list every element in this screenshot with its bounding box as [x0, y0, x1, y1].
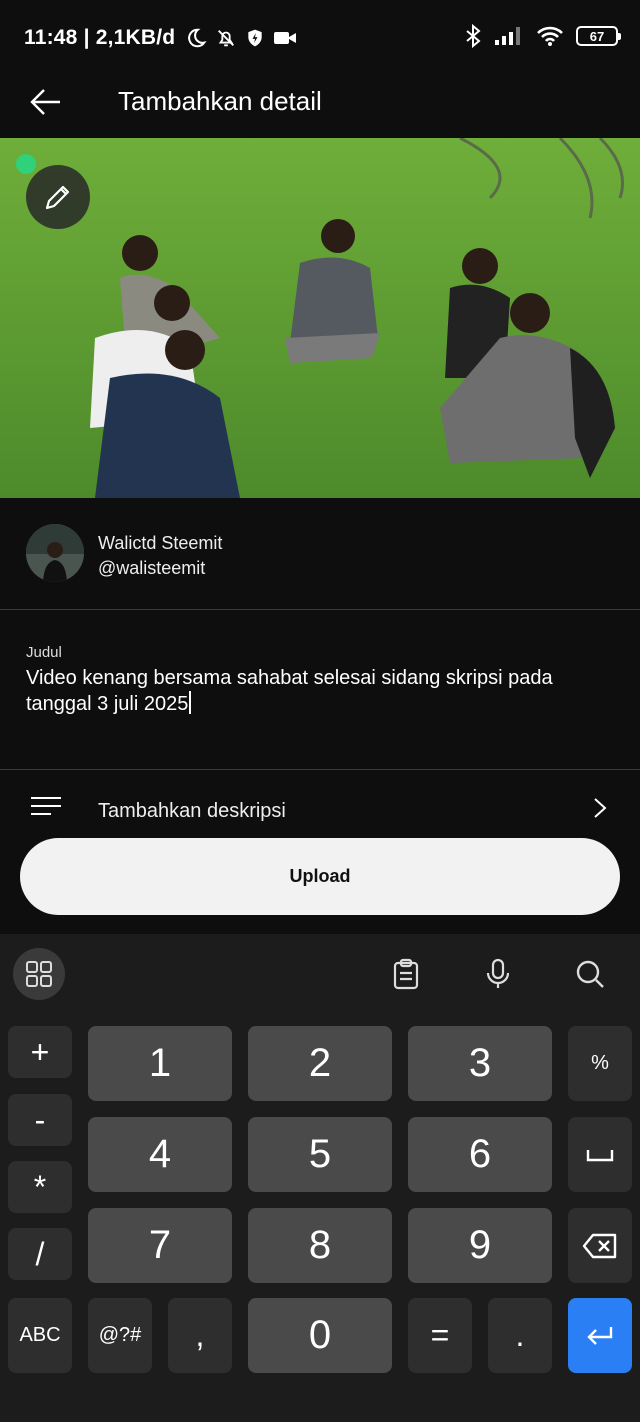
battery-level: 67 — [589, 28, 605, 44]
key-space[interactable] — [568, 1117, 632, 1192]
add-description-label: Tambahkan deskripsi — [98, 800, 286, 822]
arrow-left-icon — [30, 89, 60, 115]
upload-button[interactable]: Upload — [20, 838, 620, 915]
chevron-right-icon — [594, 798, 607, 818]
key-4[interactable]: 4 — [88, 1117, 232, 1192]
backspace-icon — [582, 1233, 617, 1258]
key-symbols[interactable]: @?# — [88, 1298, 152, 1373]
key-comma[interactable]: , — [168, 1298, 232, 1373]
key-equals[interactable]: = — [408, 1298, 472, 1373]
key-dot[interactable]: . — [488, 1298, 552, 1373]
text-lines-icon — [31, 797, 61, 815]
key-backspace[interactable] — [568, 1208, 632, 1283]
key-minus[interactable]: - — [8, 1094, 72, 1146]
key-abc[interactable]: ABC — [8, 1298, 72, 1373]
microphone-icon — [486, 958, 510, 988]
battery-icon: 67 — [576, 26, 621, 46]
avatar — [26, 524, 84, 582]
grid-icon — [26, 961, 52, 987]
search-icon — [576, 960, 604, 988]
key-0[interactable]: 0 — [248, 1298, 392, 1373]
key-1[interactable]: 1 — [88, 1026, 232, 1101]
add-description-row[interactable]: Tambahkan deskripsi — [0, 770, 640, 840]
status-time: 11:48 | 2,1KB/d — [24, 26, 176, 49]
details-panel: Walictd Steemit @walisteemit Judul Video… — [0, 498, 640, 934]
voice-input-button[interactable] — [472, 948, 524, 1000]
search-button[interactable] — [564, 948, 616, 1000]
title-input-text: Video kenang bersama sahabat selesai sid… — [26, 667, 553, 715]
numeric-keyboard: + - * / 1 2 3 4 5 6 7 8 9 % ABC @?# , 0 … — [0, 934, 640, 1422]
divider — [0, 609, 640, 610]
clipboard-icon — [393, 958, 419, 990]
text-cursor — [189, 691, 192, 714]
key-enter[interactable] — [568, 1298, 632, 1373]
back-button[interactable] — [26, 82, 66, 122]
title-field-label: Judul — [26, 644, 62, 661]
apps-grid-button[interactable] — [13, 948, 65, 1000]
app-bar: Tambahkan detail — [0, 78, 640, 138]
space-icon — [586, 1149, 614, 1161]
key-3[interactable]: 3 — [408, 1026, 552, 1101]
key-7[interactable]: 7 — [88, 1208, 232, 1283]
video-camera-icon — [274, 32, 297, 44]
signal-icon — [495, 27, 520, 45]
key-plus[interactable]: + — [8, 1026, 72, 1078]
user-handle: @walisteemit — [98, 558, 206, 578]
title-input[interactable]: Video kenang bersama sahabat selesai sid… — [26, 666, 616, 717]
user-name: Walictd Steemit — [98, 533, 223, 553]
video-thumbnail — [0, 138, 640, 498]
key-8[interactable]: 8 — [248, 1208, 392, 1283]
enter-icon — [587, 1326, 613, 1345]
key-slash[interactable]: / — [8, 1228, 72, 1280]
edit-thumbnail-button[interactable] — [26, 165, 90, 229]
clipboard-button[interactable] — [380, 948, 432, 1000]
key-percent[interactable]: % — [568, 1026, 632, 1101]
wifi-icon — [537, 26, 563, 46]
keyboard-toolbar — [0, 934, 640, 1016]
pencil-icon — [45, 185, 70, 210]
bluetooth-icon — [466, 24, 481, 48]
key-5[interactable]: 5 — [248, 1117, 392, 1192]
status-bar: 11:48 | 2,1KB/d 67 — [0, 0, 640, 78]
page-title: Tambahkan detail — [118, 86, 322, 116]
key-9[interactable]: 9 — [408, 1208, 552, 1283]
key-6[interactable]: 6 — [408, 1117, 552, 1192]
moon-icon — [188, 28, 207, 48]
shield-icon — [248, 29, 262, 47]
key-2[interactable]: 2 — [248, 1026, 392, 1101]
key-asterisk[interactable]: * — [8, 1161, 72, 1213]
bell-off-icon — [218, 30, 235, 47]
